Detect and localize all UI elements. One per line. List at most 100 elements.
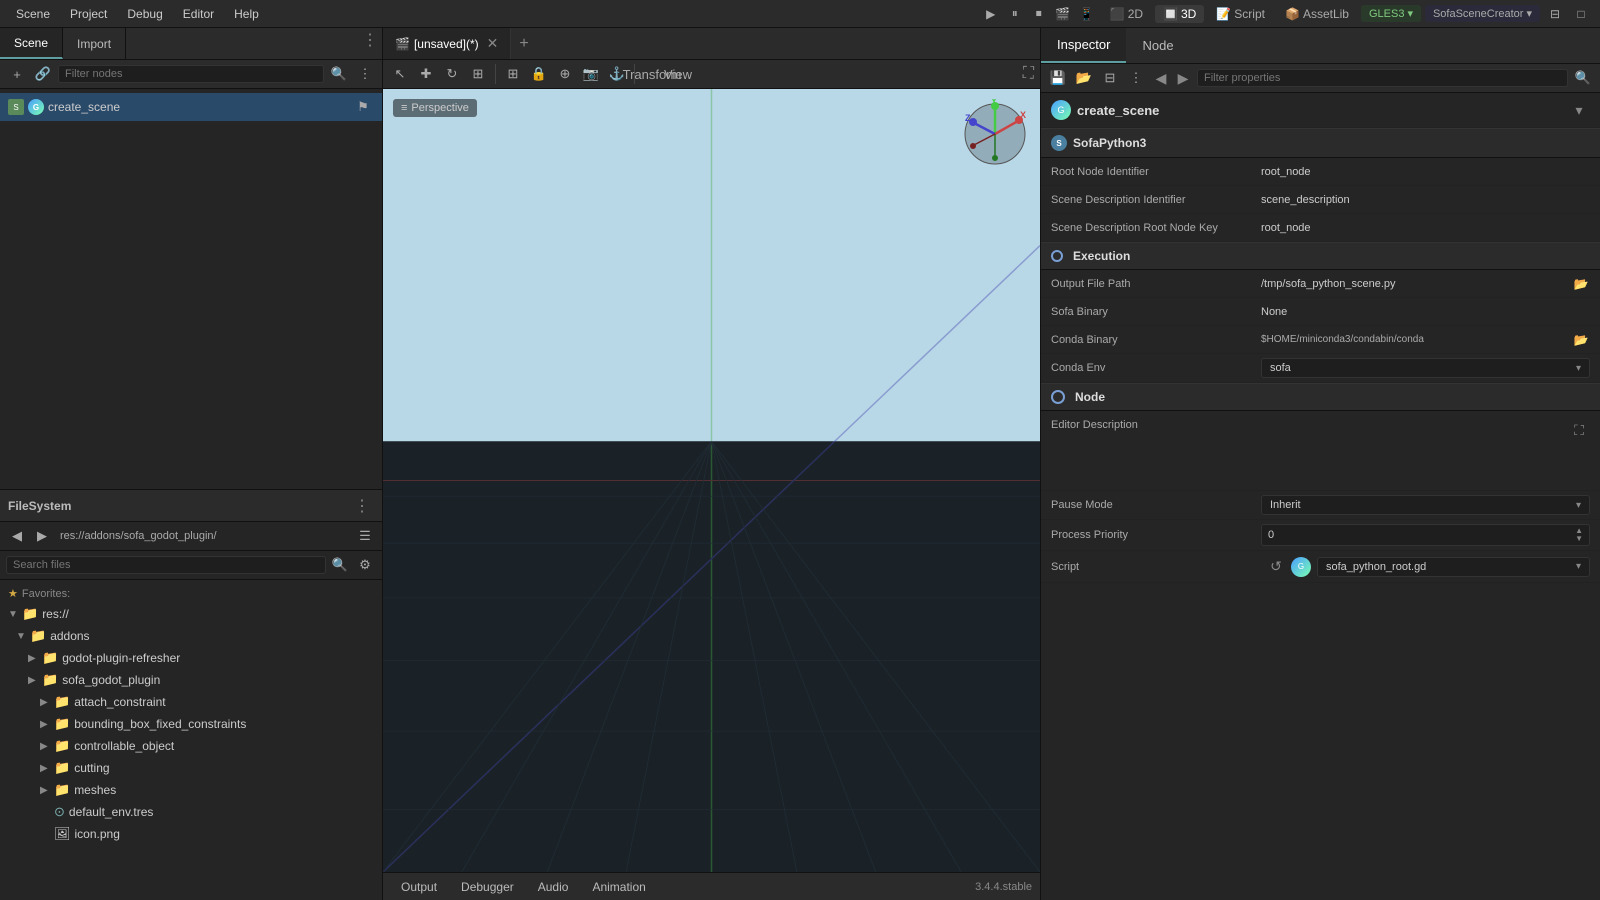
filesystem-menu[interactable]: ⋮ [350,494,374,518]
script-value: sofa_python_root.gd [1326,561,1426,573]
stop-button[interactable]: ⏹ [1028,3,1050,25]
process-priority-stepper[interactable]: 0 ▲ ▼ [1261,524,1590,546]
inspector-forward-btn[interactable]: ▶ [1173,67,1193,89]
view-2d-btn[interactable]: ⬛ 2D [1102,5,1151,23]
fs-forward-button[interactable]: ▶ [31,525,53,547]
fs-layout-button[interactable]: ☰ [354,525,376,547]
fullscreen-btn[interactable]: ⛶ [1568,419,1590,441]
fs-item-godot-refresher[interactable]: ▶ 📁 godot-plugin-refresher [0,647,382,669]
inspector-more-btn[interactable]: ⋮ [1125,67,1147,89]
window-maximize[interactable]: □ [1570,3,1592,25]
scene-options-button[interactable]: ⋮ [354,63,376,85]
search-files-input[interactable] [6,556,326,574]
fs-filter-button[interactable]: ⚙ [354,554,376,576]
gizmo-widget[interactable]: Y X Z [960,99,1030,169]
fs-item-meshes[interactable]: ▶ 📁 meshes [0,779,382,801]
pause-button[interactable]: ⏸ [1004,3,1026,25]
tab-output[interactable]: Output [391,878,447,896]
view-button[interactable]: View [667,63,689,85]
pause-mode-dropdown[interactable]: Inherit ▾ [1261,495,1590,515]
deploy-button[interactable]: 📱 [1076,3,1098,25]
inspector-back-btn[interactable]: ◀ [1151,67,1171,89]
fs-item-icon[interactable]: ▶ 🖼 icon.png [0,823,382,845]
menu-editor[interactable]: Editor [175,5,222,23]
scene-node-icon: S [8,99,24,115]
stepper-down[interactable]: ▼ [1575,535,1583,543]
add-node-button[interactable]: + [6,63,28,85]
filter-properties-input[interactable] [1197,69,1568,87]
menu-project[interactable]: Project [62,5,115,23]
tab-close-button[interactable]: ✕ [487,35,499,52]
fs-back-button[interactable]: ◀ [6,525,28,547]
view-assetlib-btn[interactable]: 📦 AssetLib [1277,5,1357,23]
viewport-expand-button[interactable]: ⛶ [1023,65,1034,83]
fs-item-res[interactable]: ▼ 📁 res:// [0,603,382,625]
fs-item-env[interactable]: ▶ ⊙ default_env.tres [0,801,382,823]
tab-import[interactable]: Import [63,28,126,59]
sofapython3-section[interactable]: S SofaPython3 [1041,128,1600,158]
fs-search-button[interactable]: 🔍 [329,554,351,576]
tab-node[interactable]: Node [1126,28,1189,63]
select-tool-button[interactable]: ↖ [389,63,411,85]
scale-tool-button[interactable]: ⊞ [467,63,489,85]
prop-folder-btn-output[interactable]: 📂 [1572,275,1590,293]
fs-item-attach[interactable]: ▶ 📁 attach_constraint [0,691,382,713]
viewport-toolbar: ↖ ✚ ↻ ⊞ ⊞ 🔒 ⊕ 📷 ⚓ Transform View ⛶ [383,60,1040,89]
inspector-search-btn[interactable]: 🔍 [1572,67,1594,89]
fs-item-ctrl[interactable]: ▶ 📁 controllable_object [0,735,382,757]
inspector-save-btn[interactable]: 💾 [1047,67,1069,89]
fs-tree: ★ Favorites: ▼ 📁 res:// ▼ 📁 addons ▶ [0,580,382,900]
run-controls: ▶ ⏸ ⏹ 🎬 📱 [980,3,1098,25]
tab-scene[interactable]: Scene [0,28,63,59]
viewport-canvas[interactable]: ≡ Perspective [383,89,1040,872]
fs-item-cutting[interactable]: ▶ 📁 cutting [0,757,382,779]
fs-item-bbox[interactable]: ▶ 📁 bounding_box_fixed_constraints [0,713,382,735]
inspector-floppy-btn[interactable]: ⊟ [1099,67,1121,89]
prop-output-path: Output File Path /tmp/sofa_python_scene.… [1041,270,1600,298]
rotate-tool-button[interactable]: ↻ [441,63,463,85]
tab-animation[interactable]: Animation [582,878,655,896]
viewport-tab-unsaved[interactable]: 🎬 [unsaved](*) ✕ [383,28,511,59]
scene-panel-tabs: Scene Import ⋮ [0,28,382,60]
gles-badge[interactable]: GLES3 ▾ [1361,5,1421,22]
prop-pause-mode: Pause Mode Inherit ▾ [1041,491,1600,520]
scene-flags-button[interactable]: ⚑ [352,96,374,118]
search-nodes-button[interactable]: 🔍 [328,63,350,85]
conda-env-dropdown[interactable]: sofa ▾ [1261,358,1590,378]
instance-button[interactable]: 🔗 [32,63,54,85]
menu-scene[interactable]: Scene [8,5,58,23]
scene-expand-btn[interactable]: ▾ [1568,99,1590,121]
play-button[interactable]: ▶ [980,3,1002,25]
window-minimize[interactable]: ⊟ [1544,3,1566,25]
pivot-button[interactable]: ⊕ [554,63,576,85]
tab-inspector[interactable]: Inspector [1041,28,1126,63]
prop-label-conda-binary: Conda Binary [1051,334,1261,346]
tree-node-create-scene[interactable]: S G create_scene ⚑ [0,93,382,121]
move-tool-button[interactable]: ✚ [415,63,437,85]
execution-section[interactable]: Execution [1041,242,1600,270]
prop-folder-btn-conda[interactable]: 📂 [1572,331,1590,349]
snap-tool-button[interactable]: ⊞ [502,63,524,85]
fs-item-sofa-plugin[interactable]: ▶ 📁 sofa_godot_plugin [0,669,382,691]
script-dropdown[interactable]: sofa_python_root.gd ▾ [1317,557,1590,577]
menu-help[interactable]: Help [226,5,267,23]
stepper-arrows: ▲ ▼ [1575,527,1583,543]
view-script-btn[interactable]: 📝 Script [1208,5,1273,23]
filter-nodes-input[interactable] [58,65,324,83]
inspector-folder-btn[interactable]: 📂 [1073,67,1095,89]
perspective-label[interactable]: ≡ Perspective [393,99,477,117]
transform-button[interactable]: Transform [641,63,663,85]
camera-button[interactable]: 📷 [580,63,602,85]
fs-item-addons[interactable]: ▼ 📁 addons [0,625,382,647]
view-3d-btn[interactable]: 🔲 3D [1155,5,1204,23]
menu-debug[interactable]: Debug [119,5,170,23]
scene-panel-menu[interactable]: ⋮ [358,28,382,59]
tab-add-button[interactable]: + [511,35,536,53]
scene-creator-badge[interactable]: SofaSceneCreator ▾ [1425,5,1540,22]
tab-debugger[interactable]: Debugger [451,878,524,896]
lock-button[interactable]: 🔒 [528,63,550,85]
play-scene-button[interactable]: 🎬 [1052,3,1074,25]
tab-audio[interactable]: Audio [528,878,579,896]
node-section[interactable]: Node [1041,383,1600,411]
script-refresh-btn[interactable]: ↺ [1267,558,1285,576]
